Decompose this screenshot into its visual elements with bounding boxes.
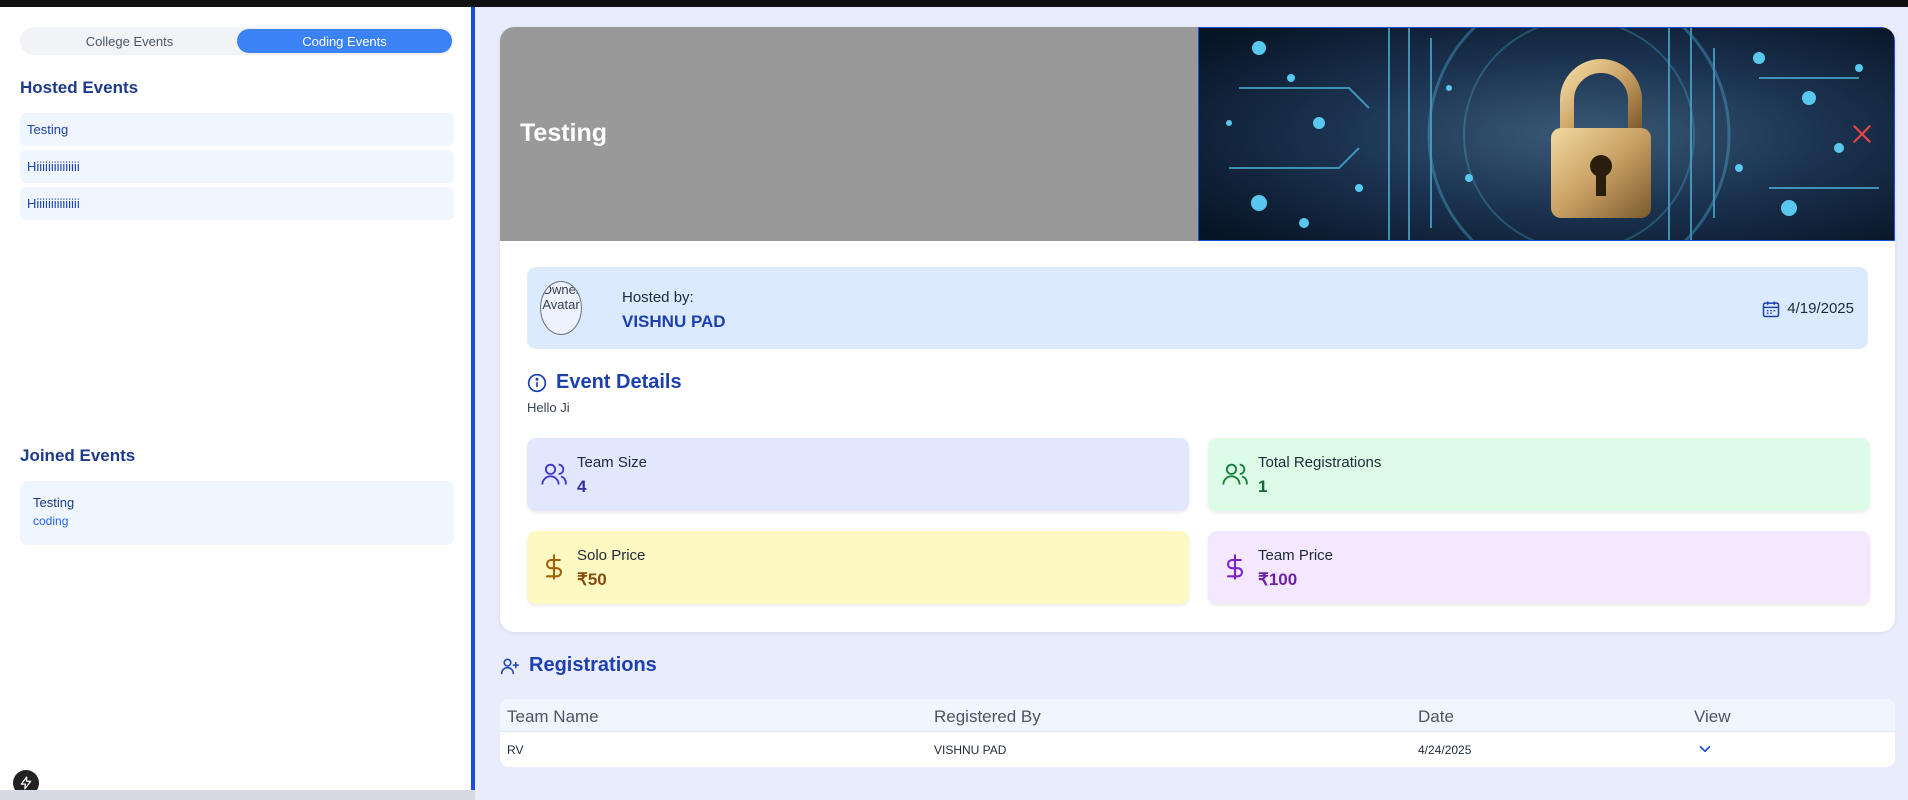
joined-event-title: Testing <box>33 495 75 510</box>
stat-value: 4 <box>577 477 587 496</box>
hosted-events-title: Hosted Events <box>20 78 139 97</box>
event-date: 4/19/2025 <box>1787 300 1854 317</box>
hosted-event-item[interactable]: Testing <box>20 113 454 146</box>
stat-team-size: Team Size 4 <box>527 438 1189 511</box>
stat-label: Solo Price <box>577 547 646 564</box>
stat-value: ₹100 <box>1258 570 1298 589</box>
avatar: Owner Avatar <box>540 281 582 335</box>
stat-value: ₹50 <box>577 570 607 589</box>
table-row: RV VISHNU PAD 4/24/2025 <box>500 732 1895 767</box>
joined-event-item[interactable]: Testing coding <box>20 481 454 545</box>
calendar-icon <box>1762 301 1780 318</box>
hosted-event-item[interactable]: Hiiiiiiiiiiiiiii <box>20 187 454 220</box>
event-details-title: Event Details <box>556 371 682 393</box>
stat-total-registrations: Total Registrations 1 <box>1208 438 1870 511</box>
table-header: Team Name Registered By Date View <box>500 699 1895 732</box>
event-banner-image <box>1198 27 1895 241</box>
stat-value: 1 <box>1258 477 1268 496</box>
stat-solo-price: Solo Price ₹50 <box>527 531 1189 604</box>
users-icon <box>541 463 567 485</box>
host-name: VISHNU PAD <box>622 312 726 331</box>
column-header-registered-by: Registered By <box>934 707 1041 726</box>
sidebar: College Events Coding Events Hosted Even… <box>0 7 475 796</box>
stat-team-price: Team Price ₹100 <box>1208 531 1870 604</box>
top-bar <box>0 0 1908 7</box>
user-plus-icon <box>500 658 520 675</box>
stat-label: Total Registrations <box>1258 454 1382 471</box>
users-icon <box>1222 463 1248 485</box>
event-title: Testing <box>520 119 608 147</box>
chevron-down-icon[interactable] <box>1696 740 1714 758</box>
sidebar-footer <box>0 790 475 800</box>
column-header-date: Date <box>1418 707 1454 726</box>
tab-coding-events[interactable]: Coding Events <box>237 29 452 53</box>
event-description: Hello Ji <box>527 400 570 415</box>
tab-college-events[interactable]: College Events <box>22 29 237 53</box>
close-icon[interactable] <box>1849 121 1875 147</box>
joined-events-title: Joined Events <box>20 446 136 465</box>
cell-date: 4/24/2025 <box>1418 743 1472 757</box>
registrations-table: Team Name Registered By Date View RV VIS… <box>500 699 1895 767</box>
joined-event-category: coding <box>33 514 69 528</box>
cell-team-name: RV <box>507 743 524 757</box>
dollar-icon <box>545 554 563 580</box>
event-type-toggle: College Events Coding Events <box>20 27 454 55</box>
dollar-icon <box>1226 554 1244 580</box>
stat-label: Team Price <box>1258 547 1334 564</box>
info-icon <box>527 373 547 393</box>
column-header-team-name: Team Name <box>507 707 599 726</box>
hosted-event-item[interactable]: Hiiiiiiiiiiiiiii <box>20 150 454 183</box>
cell-registered-by: VISHNU PAD <box>934 743 1007 757</box>
event-card: Testing Owner Avatar Hosted by: VISHNU P… <box>500 27 1895 632</box>
registrations-title: Registrations <box>529 654 657 676</box>
hosted-by-label: Hosted by: <box>622 289 694 306</box>
column-header-view: View <box>1694 707 1731 726</box>
event-hero: Testing <box>500 27 1895 241</box>
stat-label: Team Size <box>577 454 648 471</box>
host-info: Owner Avatar Hosted by: VISHNU PAD 4/19/… <box>527 267 1868 349</box>
